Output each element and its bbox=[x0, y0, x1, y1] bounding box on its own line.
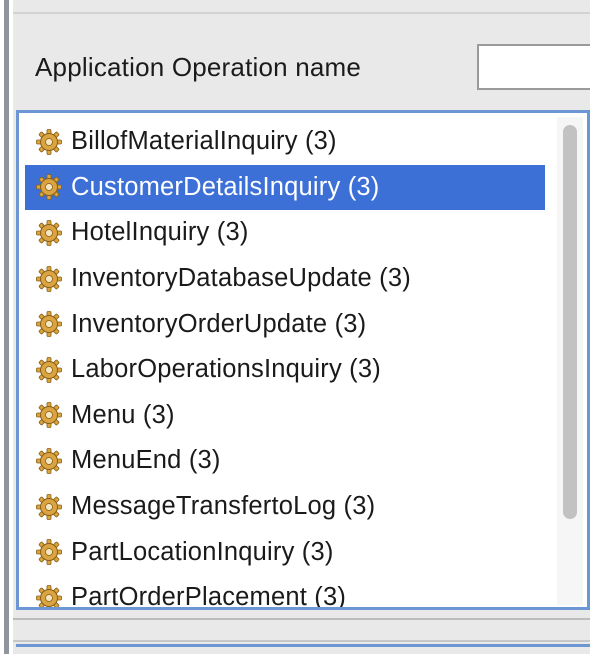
bottom-divider bbox=[13, 618, 590, 620]
list-item-label: HotelInquiry (3) bbox=[71, 218, 249, 247]
filter-label: Application Operation name bbox=[35, 52, 362, 82]
next-panel-focus-border bbox=[16, 644, 590, 647]
operation-list-items: BillofMaterialInquiry (3) CustomerDetails… bbox=[25, 119, 545, 610]
list-item-label: PartLocationInquiry (3) bbox=[71, 537, 334, 566]
filter-row: Application Operation name bbox=[13, 30, 590, 102]
window-left-edge bbox=[0, 0, 13, 654]
bottom-divider-2 bbox=[13, 640, 590, 642]
list-item-label: BillofMaterialInquiry (3) bbox=[71, 127, 337, 156]
list-item-label: Menu (3) bbox=[71, 400, 175, 429]
gear-icon bbox=[36, 493, 62, 520]
list-item[interactable]: LaborOperationsInquiry (3) bbox=[25, 347, 545, 393]
list-item[interactable]: MessageTransfertoLog (3) bbox=[25, 484, 545, 530]
list-item[interactable]: CustomerDetailsInquiry (3) bbox=[25, 164, 545, 211]
list-item-label: InventoryOrderUpdate (3) bbox=[71, 309, 367, 338]
list-item-label: LaborOperationsInquiry (3) bbox=[71, 355, 381, 384]
list-item[interactable]: HotelInquiry (3) bbox=[25, 210, 545, 256]
top-divider bbox=[13, 12, 590, 14]
list-item[interactable]: Menu (3) bbox=[25, 393, 545, 439]
gear-icon bbox=[36, 220, 62, 246]
list-item-label: CustomerDetailsInquiry (3) bbox=[71, 172, 380, 201]
list-item[interactable]: BillofMaterialInquiry (3) bbox=[25, 119, 545, 165]
list-item-label: InventoryDatabaseUpdate (3) bbox=[71, 264, 411, 293]
gear-icon bbox=[36, 584, 62, 607]
list-item[interactable]: PartOrderPlacement (3) bbox=[25, 575, 545, 610]
gear-icon bbox=[36, 402, 62, 429]
list-item-label: PartOrderPlacement (3) bbox=[71, 583, 347, 610]
list-item[interactable]: InventoryOrderUpdate (3) bbox=[25, 301, 545, 347]
gear-icon bbox=[36, 128, 62, 155]
vertical-scrollbar[interactable] bbox=[557, 117, 583, 605]
operation-name-filter-input[interactable] bbox=[477, 44, 590, 90]
gear-icon bbox=[36, 311, 62, 338]
list-item[interactable]: InventoryDatabaseUpdate (3) bbox=[25, 256, 545, 302]
gear-icon bbox=[36, 448, 62, 474]
operation-picker-panel: Application Operation name BillofMateria… bbox=[13, 0, 590, 654]
list-item-label: MessageTransfertoLog (3) bbox=[71, 492, 376, 521]
list-item[interactable]: MenuEnd (3) bbox=[25, 438, 545, 484]
operation-list[interactable]: BillofMaterialInquiry (3) CustomerDetails… bbox=[16, 110, 590, 610]
gear-icon bbox=[36, 265, 62, 292]
scrollbar-thumb[interactable] bbox=[563, 125, 577, 519]
window-left-border bbox=[4, 0, 9, 654]
gear-icon bbox=[36, 356, 62, 383]
gear-icon bbox=[36, 539, 62, 566]
list-item-label: MenuEnd (3) bbox=[71, 446, 221, 475]
list-item[interactable]: PartLocationInquiry (3) bbox=[25, 529, 545, 575]
gear-icon bbox=[36, 174, 62, 201]
